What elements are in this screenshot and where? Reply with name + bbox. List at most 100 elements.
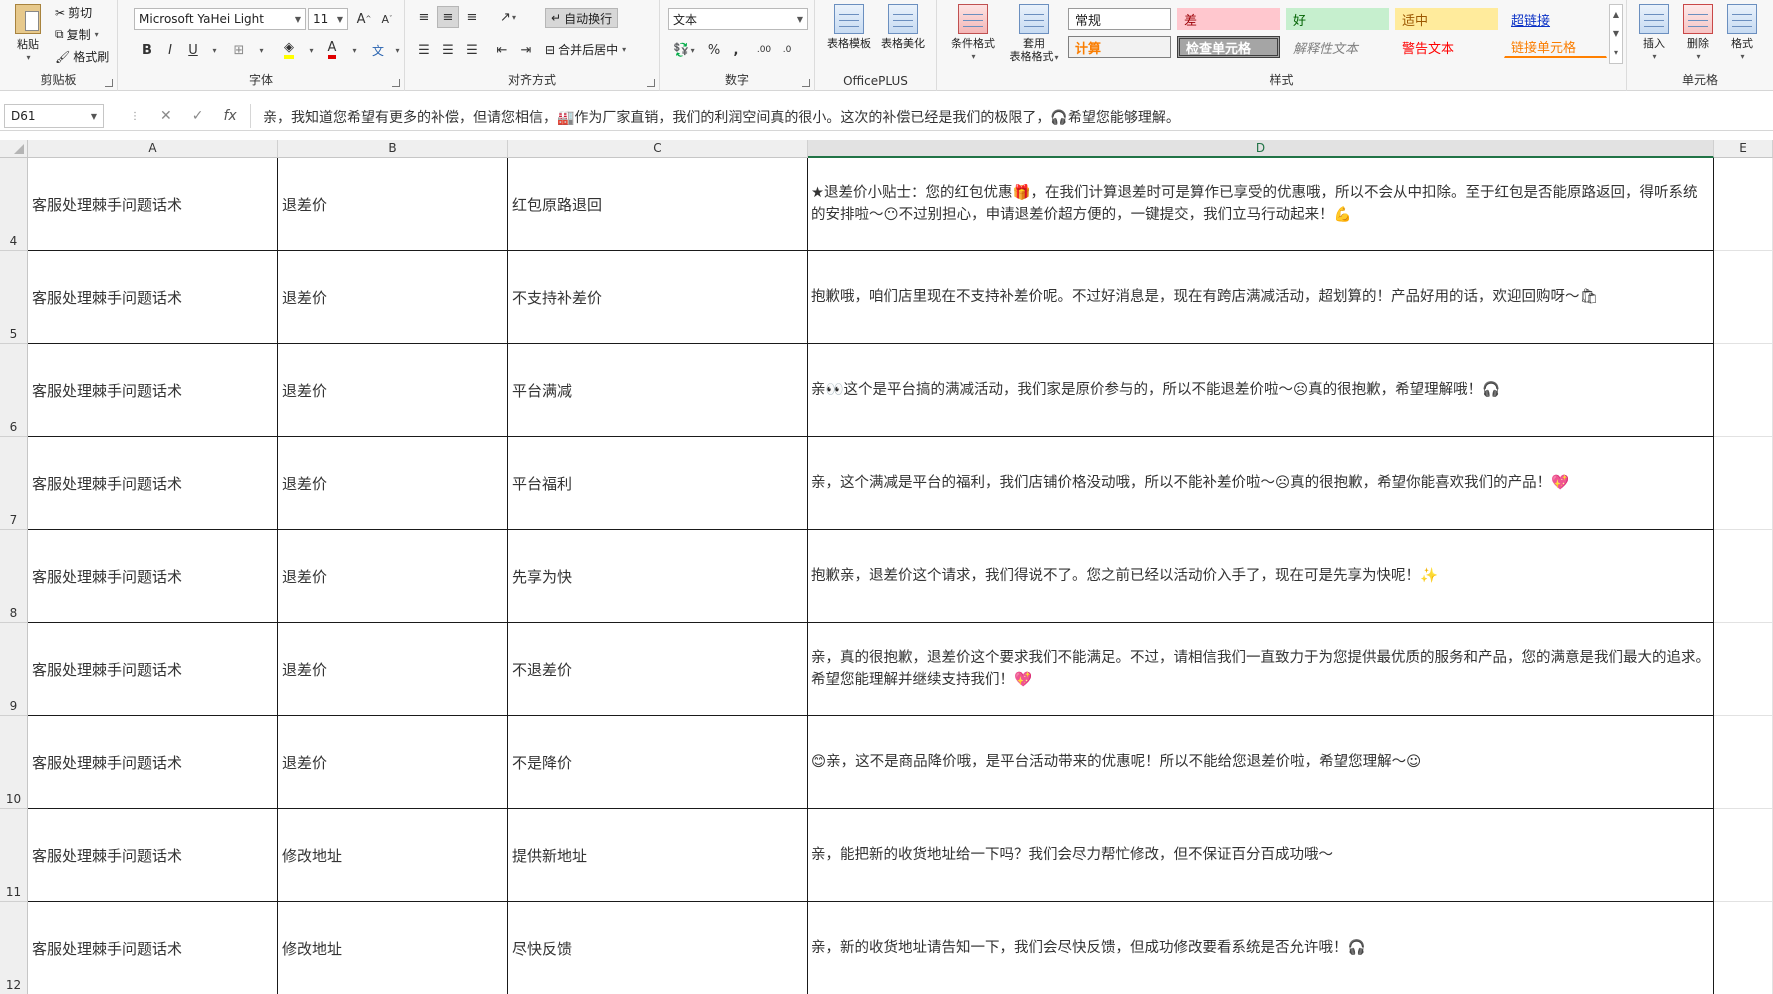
cell-empty[interactable] — [1714, 530, 1773, 623]
cell-script[interactable]: 亲👀这个是平台搞的满减活动，我们家是原价参与的，所以不能退差价啦～☹真的很抱歉，… — [808, 344, 1714, 437]
cell-topic[interactable]: 退差价 — [278, 251, 508, 344]
style-linked-cell[interactable]: 链接单元格 — [1504, 36, 1607, 58]
cell-category[interactable]: 客服处理棘手问题话术 — [28, 623, 278, 716]
cell-script[interactable]: 亲，能把新的收货地址给一下吗？我们会尽力帮忙修改，但不保证百分百成功哦～ — [808, 809, 1714, 902]
format-as-table-button[interactable]: 套用 表格格式▾ — [1003, 4, 1065, 64]
insert-button[interactable]: 插入 ▾ — [1633, 4, 1675, 63]
cell-scenario[interactable]: 尽快反馈 — [508, 902, 808, 994]
cell-scenario[interactable]: 提供新地址 — [508, 809, 808, 902]
chevron-down-icon[interactable]: ▾ — [250, 39, 272, 61]
cell-category[interactable]: 客服处理棘手问题话术 — [28, 158, 278, 251]
table-template-button[interactable]: 表格模板 — [823, 4, 875, 50]
number-format-select[interactable]: 文本 ▼ — [668, 8, 808, 30]
cell-scenario[interactable]: 平台福利 — [508, 437, 808, 530]
style-hyperlink[interactable]: 超链接 — [1504, 8, 1607, 30]
conditional-format-button[interactable]: 条件格式 ▾ — [943, 4, 1003, 63]
border-icon[interactable]: ⊞ — [228, 39, 250, 61]
format-painter-button[interactable]: 🖌 格式刷 — [55, 48, 109, 65]
column-header-d[interactable]: D — [808, 140, 1714, 158]
row-header[interactable]: 4 — [0, 158, 28, 251]
italic-icon[interactable]: I — [159, 39, 181, 61]
cell-category[interactable]: 客服处理棘手问题话术 — [28, 437, 278, 530]
insert-function-icon[interactable]: fx — [223, 108, 236, 124]
cell-script[interactable]: 抱歉亲，退差价这个请求，我们得说不了。您之前已经以活动价入手了，现在可是先享为快… — [808, 530, 1714, 623]
styles-gallery-scroll[interactable]: ▲ ▼ ▾ — [1609, 4, 1623, 64]
align-left-icon[interactable]: ☰ — [413, 39, 435, 61]
chevron-down-icon[interactable]: ▾ — [203, 39, 225, 61]
cell-empty[interactable] — [1714, 809, 1773, 902]
cell-topic[interactable]: 修改地址 — [278, 902, 508, 994]
style-warning[interactable]: 警告文本 — [1395, 36, 1498, 58]
cell-script[interactable]: 亲，新的收货地址请告知一下，我们会尽快反馈，但成功修改要看系统是否允许哦！🎧 — [808, 902, 1714, 994]
row-header[interactable]: 5 — [0, 251, 28, 344]
increase-decimal-icon[interactable]: .00 — [753, 39, 775, 61]
cell-category[interactable]: 客服处理棘手问题话术 — [28, 809, 278, 902]
row-header[interactable]: 7 — [0, 437, 28, 530]
table-beautify-button[interactable]: 表格美化 — [877, 4, 929, 50]
row-header[interactable]: 8 — [0, 530, 28, 623]
enter-check-icon[interactable]: ✓ — [192, 108, 204, 124]
font-color-icon[interactable]: A — [321, 39, 343, 61]
format-button[interactable]: 格式 ▾ — [1721, 4, 1763, 63]
cell-topic[interactable]: 退差价 — [278, 158, 508, 251]
cell-scenario[interactable]: 不退差价 — [508, 623, 808, 716]
style-bad[interactable]: 差 — [1177, 8, 1280, 30]
underline-icon[interactable]: U — [182, 39, 204, 61]
cut-button[interactable]: ✂ 剪切 — [55, 4, 92, 21]
clipboard-launcher-icon[interactable] — [105, 79, 113, 87]
align-top-icon[interactable]: ≡ — [413, 6, 435, 28]
merge-center-button[interactable]: ⊟ 合并后居中 ▾ — [545, 41, 626, 58]
orientation-icon[interactable]: ↗ ▾ — [491, 6, 525, 28]
copy-button[interactable]: ⧉ 复制 ▾ — [55, 26, 99, 43]
alignment-launcher-icon[interactable] — [647, 79, 655, 87]
cell-scenario[interactable]: 平台满减 — [508, 344, 808, 437]
wrap-text-button[interactable]: ↵ 自动换行 — [545, 8, 619, 28]
cell-script[interactable]: 😊亲，这不是商品降价哦，是平台活动带来的优惠呢！所以不能给您退差价啦，希望您理解… — [808, 716, 1714, 809]
cell-category[interactable]: 客服处理棘手问题话术 — [28, 902, 278, 994]
align-bottom-icon[interactable]: ≡ — [461, 6, 483, 28]
cell-topic[interactable]: 退差价 — [278, 623, 508, 716]
bold-icon[interactable]: B — [136, 39, 158, 61]
column-header-e[interactable]: E — [1714, 140, 1773, 158]
cell-empty[interactable] — [1714, 251, 1773, 344]
column-header-a[interactable]: A — [28, 140, 278, 158]
cell-empty[interactable] — [1714, 158, 1773, 251]
name-box[interactable]: D61 ▼ — [4, 104, 104, 128]
cell-script[interactable]: 亲，真的很抱歉，退差价这个要求我们不能满足。不过，请相信我们一直致力于为您提供最… — [808, 623, 1714, 716]
row-header[interactable]: 10 — [0, 716, 28, 809]
cell-topic[interactable]: 退差价 — [278, 530, 508, 623]
cell-empty[interactable] — [1714, 716, 1773, 809]
column-header-b[interactable]: B — [278, 140, 508, 158]
currency-icon[interactable]: 💱 ▾ — [668, 39, 700, 61]
cell-script[interactable]: 亲，这个满减是平台的福利，我们店铺价格没动哦，所以不能补差价啦～☹真的很抱歉，希… — [808, 437, 1714, 530]
font-family-select[interactable]: Microsoft YaHei Light ▼ — [134, 8, 306, 30]
cell-topic[interactable]: 修改地址 — [278, 809, 508, 902]
number-launcher-icon[interactable] — [802, 79, 810, 87]
font-launcher-icon[interactable] — [392, 79, 400, 87]
align-right-icon[interactable]: ☰ — [461, 39, 483, 61]
cell-script[interactable]: ★退差价小贴士：您的红包优惠🎁，在我们计算退差时可是算作已享受的优惠哦，所以不会… — [808, 158, 1714, 251]
cell-category[interactable]: 客服处理棘手问题话术 — [28, 344, 278, 437]
chevron-down-icon[interactable]: ▾ — [300, 39, 322, 61]
align-center-icon[interactable]: ☰ — [437, 39, 459, 61]
cell-empty[interactable] — [1714, 623, 1773, 716]
paste-button[interactable]: 粘贴 ▾ — [8, 4, 48, 64]
grow-font-icon[interactable]: A ^ — [353, 8, 375, 30]
style-normal[interactable]: 常规 — [1068, 8, 1171, 30]
decrease-decimal-icon[interactable]: .0 — [776, 39, 798, 61]
shrink-font-icon[interactable]: Aˇ — [376, 8, 398, 30]
comma-icon[interactable]: , — [725, 39, 747, 61]
row-header[interactable]: 11 — [0, 809, 28, 902]
cell-script[interactable]: 抱歉哦，咱们店里现在不支持补差价呢。不过好消息是，现在有跨店满减活动，超划算的！… — [808, 251, 1714, 344]
cancel-icon[interactable]: ✕ — [160, 108, 172, 124]
column-header-c[interactable]: C — [508, 140, 808, 158]
cell-empty[interactable] — [1714, 344, 1773, 437]
cell-scenario[interactable]: 红包原路退回 — [508, 158, 808, 251]
style-calculation[interactable]: 计算 — [1068, 36, 1171, 58]
cell-empty[interactable] — [1714, 902, 1773, 994]
align-middle-icon[interactable]: ≡ — [437, 6, 459, 28]
row-header[interactable]: 12 — [0, 902, 28, 994]
cell-scenario[interactable]: 先享为快 — [508, 530, 808, 623]
cell-empty[interactable] — [1714, 437, 1773, 530]
font-size-select[interactable]: 11 ▼ — [308, 8, 348, 30]
